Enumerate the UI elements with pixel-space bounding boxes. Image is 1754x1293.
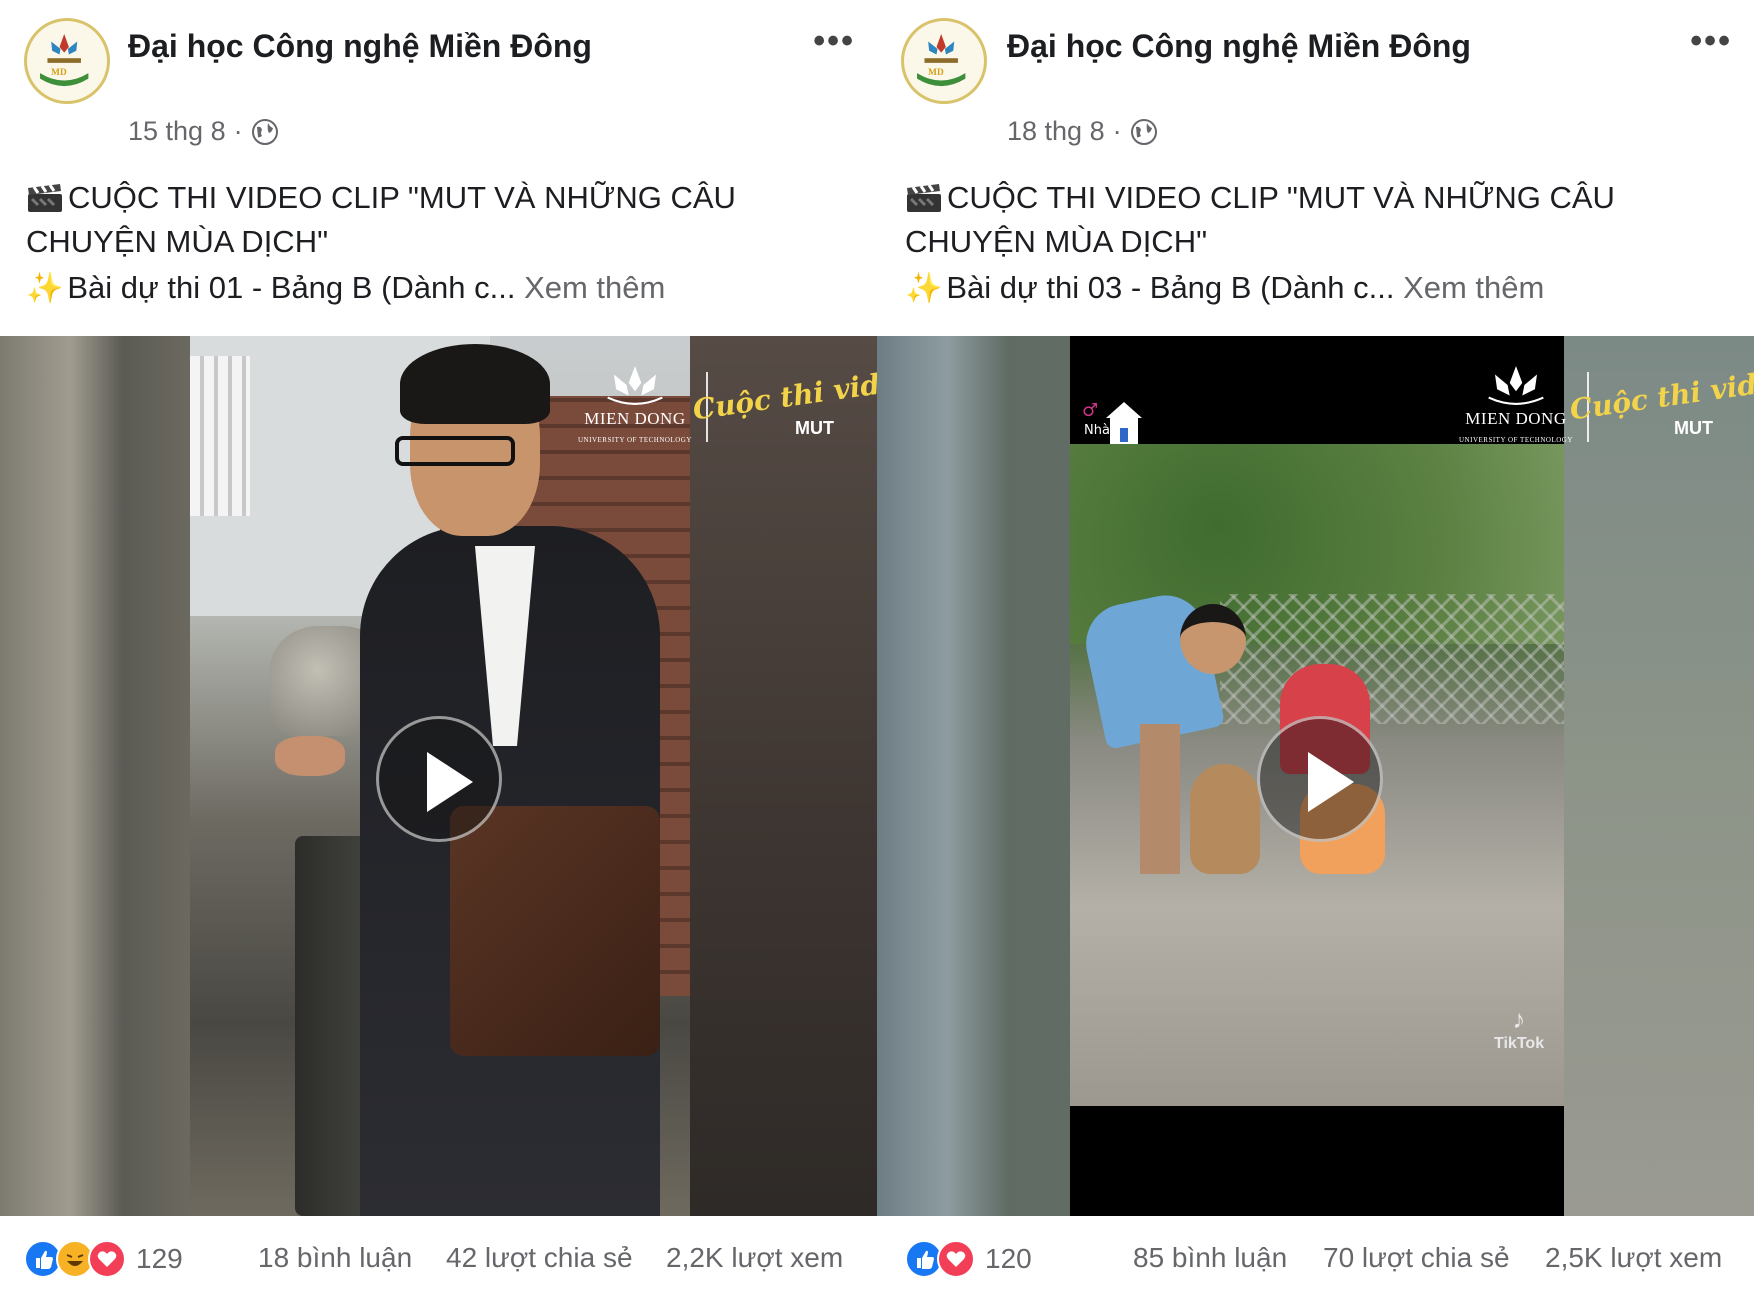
meta-separator: · xyxy=(1112,116,1122,146)
tiktok-icon: ♪ xyxy=(1512,1004,1526,1034)
comments-count[interactable]: 18 bình luận xyxy=(258,1242,412,1274)
school-sub-text: UNIVERSITY OF TECHNOLOGY xyxy=(578,436,692,444)
scene-hand xyxy=(275,736,345,776)
svg-text:♂: ♂ xyxy=(1082,400,1098,421)
tiktok-label: TikTok xyxy=(1494,1035,1545,1052)
play-button[interactable] xyxy=(376,716,502,842)
scene-man-legs xyxy=(1140,724,1180,874)
right-blur-panel xyxy=(690,336,877,1216)
svg-text:MD: MD xyxy=(928,68,944,78)
scene-child-left xyxy=(1190,764,1260,874)
sparkles-icon: ✨ xyxy=(26,272,64,305)
post-meta: 18 thg 8 · xyxy=(1007,116,1158,147)
feed-post-1: MD Đại học Công nghệ Miền Đông ••• 15 th… xyxy=(0,0,877,1293)
video-player[interactable]: MIEN DONG UNIVERSITY OF TECHNOLOGY Cuộc … xyxy=(0,336,877,1216)
scene-window xyxy=(190,356,250,516)
post-caption: CUỘC THI VIDEO CLIP "MUT VÀ NHỮNG CÂU CH… xyxy=(26,176,826,264)
mut-label: MUT xyxy=(1674,418,1713,438)
entry-line: ✨ Bài dự thi 03 - Bảng B (Dành c... Xem t… xyxy=(905,270,1544,306)
love-icon xyxy=(88,1240,126,1278)
play-button[interactable] xyxy=(1257,716,1383,842)
mut-label: MUT xyxy=(795,418,834,438)
school-sub-text: UNIVERSITY OF TECHNOLOGY xyxy=(1459,436,1573,444)
scene-man-head xyxy=(1180,604,1246,674)
post-meta: 15 thg 8 · xyxy=(128,116,279,147)
lotus-logo-icon xyxy=(1488,366,1544,405)
clapperboard-icon xyxy=(907,184,941,212)
feed-post-2: MD Đại học Công nghệ Miền Đông ••• 18 th… xyxy=(877,0,1754,1293)
caption-text: CUỘC THI VIDEO CLIP "MUT VÀ NHỮNG CÂU CH… xyxy=(905,180,1615,259)
school-logo-icon: MD xyxy=(28,22,100,94)
post-stats-bar: 120 85 bình luận 70 lượt chia sẻ 2,5K lư… xyxy=(877,1222,1754,1292)
more-options-icon[interactable]: ••• xyxy=(1690,22,1732,61)
caption-text: CUỘC THI VIDEO CLIP "MUT VÀ NHỮNG CÂU CH… xyxy=(26,180,736,259)
reaction-count: 120 xyxy=(985,1243,1032,1274)
school-mark-text: MIEN DONG xyxy=(1465,409,1567,428)
school-logo-icon: MD xyxy=(905,22,977,94)
entry-text: Bài dự thi 01 - Bảng B (Dành c... xyxy=(67,270,516,305)
shares-count[interactable]: 70 lượt chia sẻ xyxy=(1323,1242,1510,1274)
tiktok-watermark: ♪ TikTok xyxy=(1494,1004,1544,1053)
shares-count[interactable]: 42 lượt chia sẻ xyxy=(446,1242,633,1274)
see-more-link[interactable]: Xem thêm xyxy=(524,270,665,305)
page-name[interactable]: Đại học Công nghệ Miền Đông xyxy=(128,28,592,65)
video-player[interactable]: ♂ Nhà ♪ TikTok MIEN DONG UNIVERSITY OF T… xyxy=(877,336,1754,1216)
post-caption: CUỘC THI VIDEO CLIP "MUT VÀ NHỮNG CÂU CH… xyxy=(905,176,1705,264)
page-avatar[interactable]: MD xyxy=(24,18,110,104)
post-date[interactable]: 18 thg 8 xyxy=(1007,116,1105,147)
page-avatar[interactable]: MD xyxy=(901,18,987,104)
love-icon xyxy=(937,1240,975,1278)
public-globe-icon xyxy=(1130,118,1157,145)
public-globe-icon xyxy=(251,118,278,145)
meta-separator: · xyxy=(233,116,243,146)
post-date[interactable]: 15 thg 8 xyxy=(128,116,226,147)
entry-line: ✨ Bài dự thi 01 - Bảng B (Dành c... Xem t… xyxy=(26,270,665,306)
school-mark-text: MIEN DONG xyxy=(584,409,686,428)
house-logo-icon: ♂ Nhà xyxy=(1080,396,1142,446)
entry-text: Bài dự thi 03 - Bảng B (Dành c... xyxy=(946,270,1395,305)
scene-person-hair xyxy=(400,344,550,424)
scene-bag xyxy=(450,806,660,1056)
more-options-icon[interactable]: ••• xyxy=(813,22,855,61)
clapperboard-icon xyxy=(28,184,62,212)
lotus-logo-icon xyxy=(607,366,663,405)
page-name[interactable]: Đại học Công nghệ Miền Đông xyxy=(1007,28,1471,65)
comments-count[interactable]: 85 bình luận xyxy=(1133,1242,1287,1274)
scene-fence xyxy=(1220,594,1564,724)
svg-text:MD: MD xyxy=(51,68,67,78)
scene-glasses xyxy=(395,436,515,466)
reaction-summary[interactable]: 129 xyxy=(24,1240,183,1278)
post-stats-bar: 129 18 bình luận 42 lượt chia sẻ 2,2K lư… xyxy=(0,1222,877,1292)
svg-text:Nhà: Nhà xyxy=(1084,423,1110,438)
see-more-link[interactable]: Xem thêm xyxy=(1403,270,1544,305)
school-watermark: MIEN DONG UNIVERSITY OF TECHNOLOGY xyxy=(578,364,708,449)
right-blur-panel xyxy=(1564,336,1754,1216)
views-count[interactable]: 2,2K lượt xem xyxy=(666,1242,843,1274)
reaction-count: 129 xyxy=(136,1243,183,1274)
sparkles-icon: ✨ xyxy=(905,272,943,305)
reaction-summary[interactable]: 120 xyxy=(905,1240,1032,1278)
views-count[interactable]: 2,5K lượt xem xyxy=(1545,1242,1722,1274)
